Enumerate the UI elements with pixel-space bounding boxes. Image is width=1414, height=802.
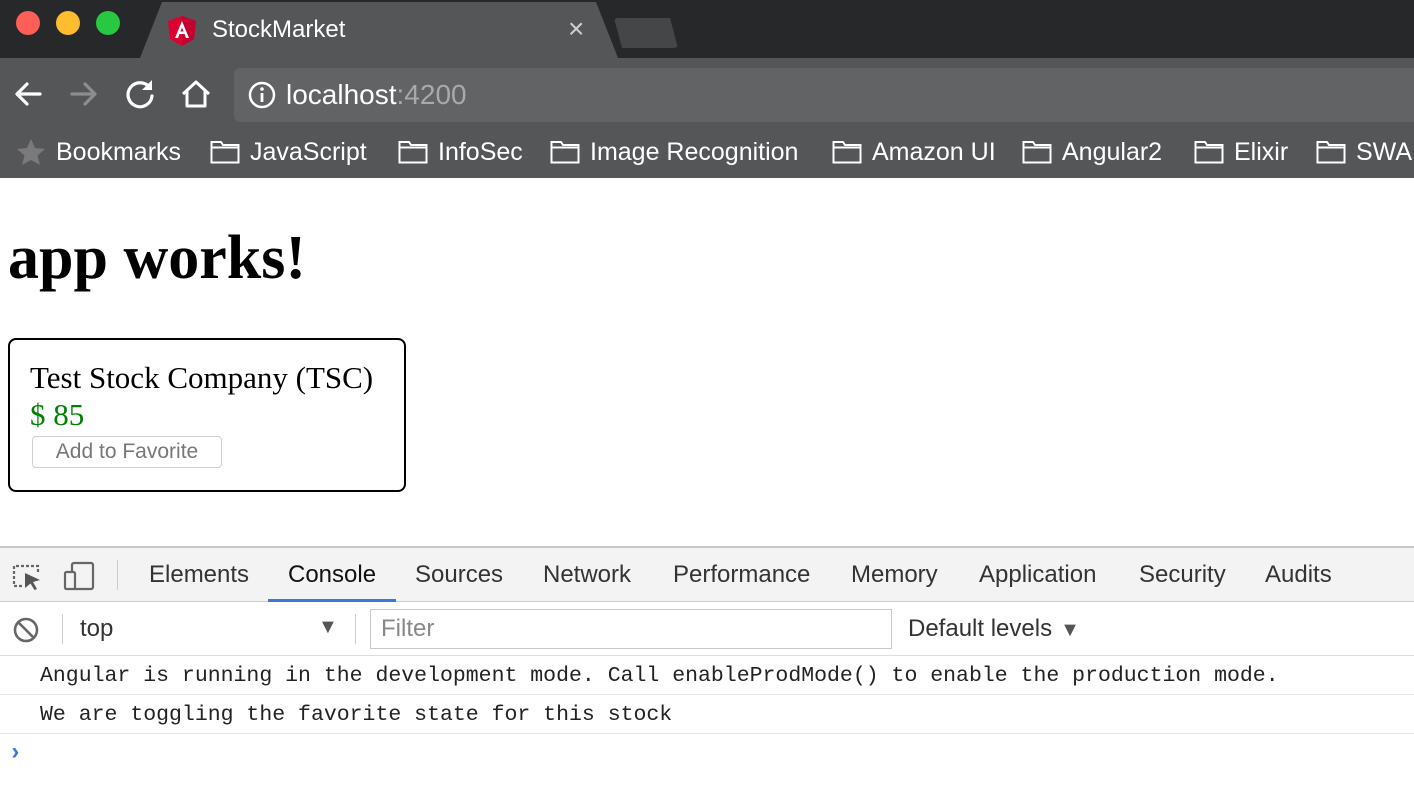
url-text[interactable]: localhost:4200: [286, 79, 467, 111]
bookmark-label: Bookmarks: [56, 137, 182, 166]
folder-icon: [1022, 141, 1052, 164]
log-levels-label: Default levels: [908, 615, 1053, 642]
divider: [117, 560, 118, 590]
tab-console[interactable]: Console: [267, 548, 397, 602]
filter-input[interactable]: [370, 609, 892, 649]
console-prompt[interactable]: ›: [8, 740, 22, 767]
levels-dropdown-icon: ▼: [1060, 619, 1080, 641]
tab-elements[interactable]: Elements: [149, 548, 249, 602]
back-arrow-icon[interactable]: [10, 76, 46, 112]
address-bar[interactable]: localhost:4200: [234, 68, 1414, 122]
tab-close-icon[interactable]: ×: [568, 14, 584, 44]
bookmark-label: Elixir: [1234, 137, 1289, 166]
tab-network[interactable]: Network: [543, 548, 631, 602]
divider: [62, 614, 63, 644]
page-heading: app works!: [8, 224, 307, 292]
browser-toolbar: localhost:4200: [0, 58, 1414, 130]
window-minimize-button[interactable]: [56, 11, 80, 35]
tab-memory[interactable]: Memory: [851, 548, 938, 602]
browser-tab[interactable]: StockMarket ×: [140, 2, 618, 58]
folder-icon: [398, 141, 428, 164]
home-icon[interactable]: [178, 76, 214, 112]
folder-icon: [1194, 141, 1224, 164]
bookmark-javascript[interactable]: JavaScript: [210, 134, 367, 170]
folder-icon: [550, 141, 580, 164]
forward-arrow-icon[interactable]: [66, 76, 102, 112]
bookmarks-menu[interactable]: Bookmarks: [16, 134, 181, 170]
info-icon[interactable]: [248, 81, 276, 109]
bookmark-label: JavaScript: [250, 137, 367, 166]
stock-card: Test Stock Company (TSC) $ 85 Add to Fav…: [8, 338, 406, 492]
bookmark-label: SWA: [1356, 137, 1413, 166]
tab-audits[interactable]: Audits: [1265, 548, 1332, 602]
folder-icon: [210, 141, 240, 164]
inspect-icon[interactable]: [10, 560, 44, 592]
log-levels-dropdown[interactable]: Default levels ▼: [908, 615, 1080, 643]
title-bar: StockMarket ×: [0, 0, 1414, 58]
bookmark-label: Amazon UI: [872, 137, 996, 166]
tab-performance[interactable]: Performance: [673, 548, 810, 602]
tab-application[interactable]: Application: [979, 548, 1096, 602]
context-selector[interactable]: top: [80, 615, 113, 643]
add-to-favorite-button[interactable]: Add to Favorite: [32, 436, 222, 468]
console-message: Angular is running in the development mo…: [0, 657, 1414, 695]
devtools-panel: Elements Console Sources Network Perform…: [0, 546, 1414, 802]
bookmark-swa[interactable]: SWA: [1316, 134, 1412, 170]
folder-icon: [832, 141, 862, 164]
console-message: We are toggling the favorite state for t…: [0, 696, 1414, 734]
star-icon: [17, 139, 45, 165]
reload-icon[interactable]: [122, 76, 158, 112]
devtools-tab-bar: Elements Console Sources Network Perform…: [0, 548, 1414, 602]
bookmark-label: InfoSec: [438, 137, 523, 166]
window-close-button[interactable]: [16, 11, 40, 35]
bookmark-infosec[interactable]: InfoSec: [398, 134, 523, 170]
bookmark-angular2[interactable]: Angular2: [1022, 134, 1162, 170]
tab-title: StockMarket: [212, 16, 346, 43]
device-icon[interactable]: [62, 560, 96, 592]
stock-name: Test Stock Company (TSC): [30, 360, 374, 395]
bookmark-image-recognition[interactable]: Image Recognition: [550, 134, 798, 170]
new-tab-button[interactable]: [614, 18, 678, 48]
bookmark-label: Angular2: [1062, 137, 1163, 166]
window-maximize-button[interactable]: [96, 11, 120, 35]
clear-console-icon[interactable]: [12, 616, 40, 644]
tab-security[interactable]: Security: [1139, 548, 1226, 602]
console-toolbar: top ▼ Default levels ▼: [0, 602, 1414, 656]
context-dropdown-icon[interactable]: ▼: [318, 616, 338, 639]
bookmarks-bar: Bookmarks JavaScript InfoSec Image Recog…: [0, 130, 1414, 178]
tab-sources[interactable]: Sources: [415, 548, 503, 602]
bookmark-elixir[interactable]: Elixir: [1194, 134, 1288, 170]
folder-icon: [1316, 141, 1346, 164]
stock-price: $ 85: [30, 397, 85, 432]
angular-logo-icon: [168, 16, 196, 46]
bookmark-amazon-ui[interactable]: Amazon UI: [832, 134, 996, 170]
divider: [355, 614, 356, 644]
bookmark-label: Image Recognition: [590, 137, 799, 166]
